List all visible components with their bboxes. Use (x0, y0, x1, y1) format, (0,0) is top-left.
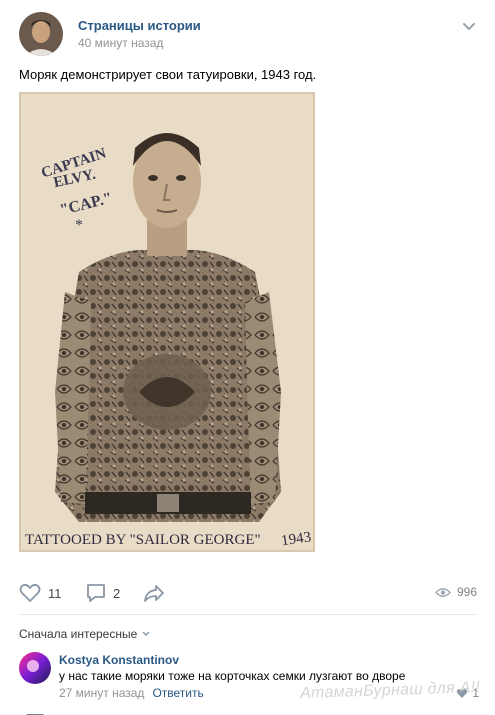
comment-timestamp[interactable]: 27 минут назад (59, 686, 144, 700)
share-arrow-icon (144, 585, 164, 602)
post-timestamp[interactable]: 40 минут назад (78, 36, 163, 50)
author-avatar[interactable] (19, 12, 63, 56)
heart-icon (19, 583, 41, 602)
photo-handwriting-line-4: * (75, 217, 83, 234)
commenter-name[interactable]: Kostya Konstantinov (59, 653, 179, 667)
commenter-avatar[interactable] (19, 652, 51, 684)
post-text: Моряк демонстрирует свои татуировки, 194… (19, 67, 317, 82)
divider (19, 614, 477, 615)
comments-sort-dropdown[interactable]: Сначала интересные (19, 627, 151, 641)
like-button[interactable]: 11 (19, 583, 62, 603)
share-button[interactable] (143, 583, 165, 603)
comment-meta: 27 минут назад Ответить (59, 686, 204, 700)
comments-sort-label: Сначала интересные (19, 627, 138, 641)
photo-caption: TATTOOED BY "SAILOR GEORGE" (25, 532, 261, 548)
comment-text: у нас такие моряки тоже на корточках сем… (59, 669, 406, 683)
eye-icon (435, 587, 451, 597)
post-actions: 11 2 996 (0, 578, 495, 608)
like-count: 11 (48, 585, 62, 601)
comment-button[interactable]: 2 (86, 583, 120, 603)
post-header: Страницы истории 40 минут назад (0, 0, 495, 62)
post-author-link[interactable]: Страницы истории (78, 18, 201, 33)
post-menu-chevron-icon[interactable] (461, 20, 477, 32)
views-count: 996 (456, 585, 477, 599)
comment-bubble-icon (87, 584, 105, 602)
post-photo[interactable]: CAPTAIN ELVY. "CAP." * TATTOOED BY "SAIL… (19, 92, 315, 552)
chevron-down-icon (142, 631, 150, 636)
next-comment-preview (0, 708, 495, 715)
reply-link[interactable]: Ответить (152, 686, 203, 700)
views-counter: 996 (435, 585, 477, 599)
comment-count: 2 (113, 585, 121, 601)
